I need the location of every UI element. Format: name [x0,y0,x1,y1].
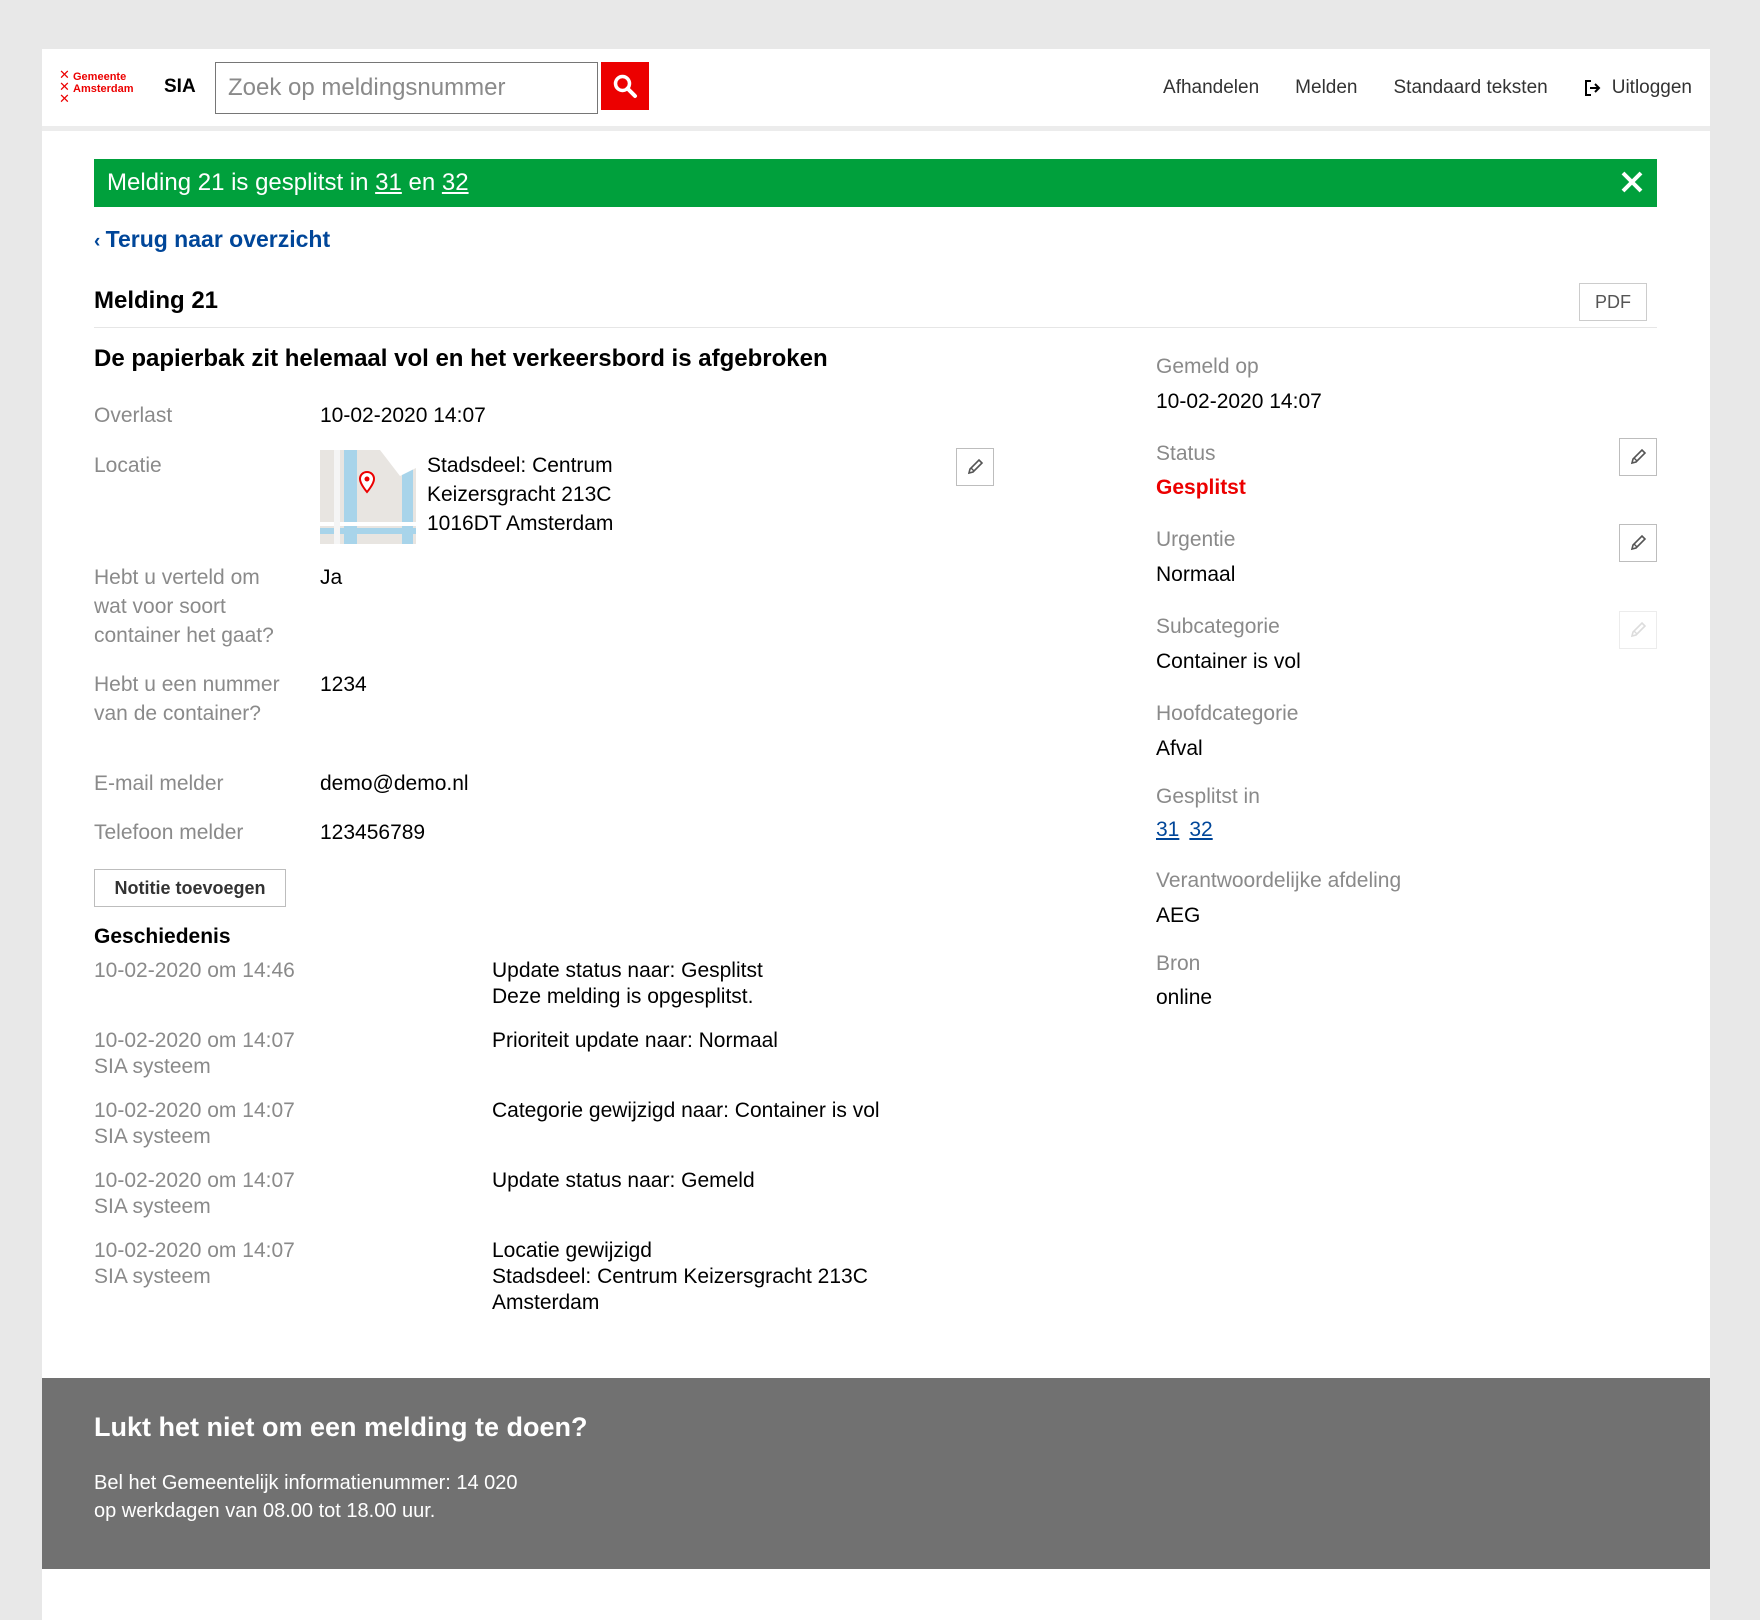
amsterdam-logo[interactable]: ✕ ✕ ✕ Gemeente Amsterdam [59,67,149,109]
history-what: Categorie gewijzigd naar: Container is v… [492,1099,880,1122]
split-link-31[interactable]: 31 [1156,818,1179,841]
history-what: Update status naar: Gemeld [492,1169,755,1192]
edit-status-button[interactable] [1619,438,1657,476]
search-input[interactable] [215,62,598,114]
logout-link[interactable]: Uitloggen [1584,77,1692,99]
footer-line2: op werkdagen van 08.00 tot 18.00 uur. [94,1500,436,1522]
split-link-32[interactable]: 32 [1189,818,1212,841]
logo-text-line2: Amsterdam [73,83,134,95]
pencil-icon [1630,534,1647,551]
email-label: E-mail melder [94,772,224,795]
urgentie-value: Normaal [1156,563,1236,586]
history-what: Update status naar: Gesplitst Deze meldi… [492,959,763,1008]
notification-text-mid: en [401,169,442,196]
pencil-icon [1630,621,1647,638]
footer: Lukt het niet om een melding te doen? Be… [42,1378,1710,1569]
page: ✕✕✕ Gemeente Amsterdam SIA Afhandelen Me… [42,49,1710,1620]
urgentie-label: Urgentie [1156,528,1236,551]
locatie-label: Locatie [94,454,162,477]
history-title: Geschiedenis [94,925,231,948]
subcategorie-value: Container is vol [1156,650,1301,673]
close-icon[interactable] [1617,167,1647,197]
divider [94,327,1657,328]
chevron-left-icon: ‹ [94,231,106,252]
history-when: 10-02-2020 om 14:07 SIA systeem [94,1239,295,1288]
history-what: Locatie gewijzigd Stadsdeel: Centrum Kei… [492,1239,868,1314]
history-when: 10-02-2020 om 14:07 SIA systeem [94,1099,295,1148]
back-link-label: Terug naar overzicht [105,226,331,252]
footer-line1: Bel het Gemeentelijk informatienummer: 1… [94,1472,518,1494]
pdf-button[interactable]: PDF [1579,283,1647,321]
question1-label: Hebt u verteld om wat voor soort contain… [94,566,274,647]
logout-icon [1584,80,1601,96]
history-when: 10-02-2020 om 14:07 SIA systeem [94,1169,295,1218]
phone-label: Telefoon melder [94,821,244,844]
question2-label: Hebt u een nummer van de container? [94,673,280,725]
status-value: Gesplitst [1156,476,1246,499]
page-title: Melding 21 [94,287,219,314]
history-when: 10-02-2020 om 14:46 [94,959,295,982]
subcategorie-label: Subcategorie [1156,615,1280,638]
history-when: 10-02-2020 om 14:07 SIA systeem [94,1029,295,1078]
phone-value: 123456789 [320,821,426,844]
nav-standaard-teksten[interactable]: Standaard teksten [1394,77,1548,99]
history-what: Prioriteit update naar: Normaal [492,1029,778,1052]
nav-afhandelen[interactable]: Afhandelen [1163,77,1259,99]
afdeling-value: AEG [1156,904,1201,927]
location-address: Stadsdeel: Centrum Keizersgracht 213C 10… [427,451,613,538]
question2-value: 1234 [320,673,367,696]
gesplitst-in-label: Gesplitst in [1156,785,1260,808]
footer-title: Lukt het niet om een melding te doen? [94,1412,588,1442]
header: ✕✕✕ Gemeente Amsterdam SIA Afhandelen Me… [42,49,1710,131]
amsterdam-crosses-icon: ✕ ✕ ✕ [59,67,70,106]
location-line1: Stadsdeel: Centrum [427,454,613,477]
overlast-value: 10-02-2020 14:07 [320,404,486,427]
notification-link-31[interactable]: 31 [375,169,402,197]
pencil-icon [1630,448,1647,465]
hoofdcategorie-value: Afval [1156,737,1203,760]
app-name: SIA [164,76,196,97]
map-image [320,450,416,544]
gesplitst-in-links: 31 32 [1156,815,1223,844]
edit-subcategorie-button [1619,611,1657,649]
bron-value: online [1156,986,1213,1009]
gemeld-op-label: Gemeld op [1156,355,1259,378]
logo-text-line1: Gemeente [73,71,127,83]
notification-link-32[interactable]: 32 [442,169,469,197]
overlast-label: Overlast [94,404,173,427]
location-line3: 1016DT Amsterdam [427,512,614,535]
edit-urgentie-button[interactable] [1619,524,1657,562]
location-map-thumbnail[interactable] [320,450,416,544]
search-button[interactable] [601,62,649,110]
pencil-icon [967,458,984,475]
nav-melden[interactable]: Melden [1295,77,1357,99]
bron-label: Bron [1156,952,1201,975]
incident-subject: De papierbak zit helemaal vol en het ver… [94,345,828,372]
location-line2: Keizersgracht 213C [427,483,612,506]
gemeld-op-value: 10-02-2020 14:07 [1156,390,1322,413]
notification-text: Melding 21 is gesplitst in [107,169,376,196]
hoofdcategorie-label: Hoofdcategorie [1156,702,1299,725]
edit-location-button[interactable] [956,448,994,486]
question1-value: Ja [320,566,343,589]
afdeling-label: Verantwoordelijke afdeling [1156,869,1402,892]
main-nav: Afhandelen Melden Standaard teksten Uitl… [1163,77,1692,99]
status-label: Status [1156,442,1216,465]
logout-label: Uitloggen [1611,77,1692,98]
back-link[interactable]: ‹ Terug naar overzicht [94,226,330,253]
add-note-button[interactable]: Notitie toevoegen [94,869,286,907]
split-notification: Melding 21 is gesplitst in 31 en 32 [94,159,1657,207]
email-value: demo@demo.nl [320,772,469,795]
search-icon [613,74,637,98]
